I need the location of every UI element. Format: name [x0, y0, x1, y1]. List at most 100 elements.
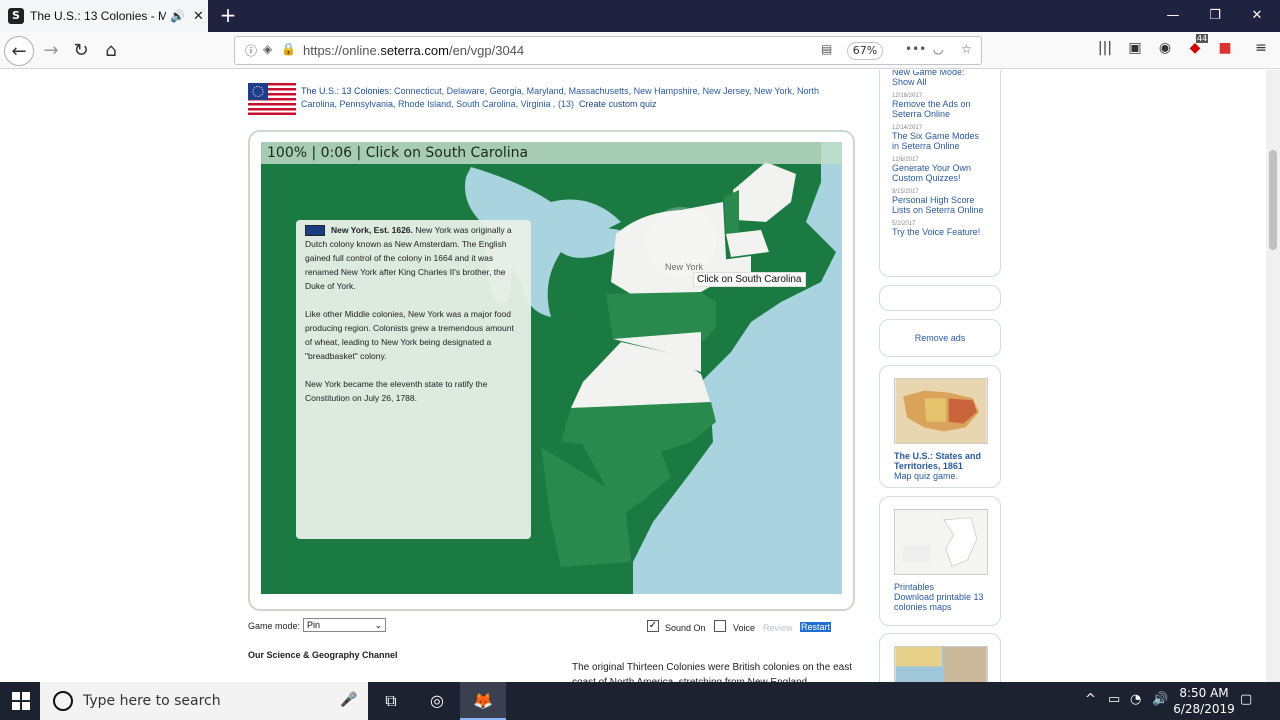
microphone-icon[interactable]: 🎤	[340, 692, 357, 708]
ublock-icon[interactable]: ◆ 44	[1184, 34, 1209, 56]
news-link[interactable]: Personal High Score Lists on Seterra Onl…	[892, 195, 988, 215]
empty-sidebar-box	[879, 285, 1001, 311]
tab-close-icon[interactable]: ✕	[193, 9, 204, 24]
printable-map-thumbnail	[894, 509, 988, 575]
page-actions-icon[interactable]: •••	[905, 42, 926, 56]
news-item[interactable]: 12/6/2017 Generate Your Own Custom Quizze…	[892, 157, 988, 183]
obs-icon[interactable]: ◎	[414, 682, 460, 720]
extension-icon[interactable]: ■	[1214, 40, 1236, 56]
voice-label: Voice	[733, 623, 756, 633]
home-button[interactable]: ⌂	[96, 36, 126, 66]
colony-maine-massachusetts[interactable]	[733, 162, 796, 222]
taskbar-search[interactable]: Type here to search 🎤	[40, 682, 368, 720]
scrollbar-thumb[interactable]	[1269, 150, 1277, 250]
news-link[interactable]: The Six Game Modes in Seterra Online	[892, 131, 988, 151]
promo-title[interactable]: Printables	[894, 582, 986, 592]
new-tab-button[interactable]: +	[216, 4, 240, 28]
info-title: New York, Est. 1626.	[331, 225, 413, 235]
windows-start-icon[interactable]	[12, 692, 30, 710]
news-item[interactable]: 9/15/2017 Personal High Score Lists on Se…	[892, 189, 988, 215]
promo-video[interactable]	[879, 633, 1001, 682]
hover-region-label: New York	[665, 262, 704, 272]
search-placeholder: Type here to search	[83, 693, 221, 709]
voice-checkbox[interactable]	[714, 620, 726, 632]
battery-icon[interactable]: ▭	[1108, 692, 1120, 707]
promo-printables[interactable]: Printables Download printable 13 colonie…	[879, 496, 1001, 626]
game-mode-label: Game mode:	[248, 621, 301, 631]
browser-titlebar: S The U.S.: 13 Colonies - Map 🔊 ✕ + — ❐ …	[0, 0, 1280, 32]
news-link[interactable]: Remove the Ads on Seterra Online	[892, 99, 988, 119]
sound-label: Sound On	[665, 623, 706, 633]
remove-ads-button[interactable]: Remove ads	[879, 319, 1001, 357]
game-mode-value: Pin	[307, 620, 321, 630]
sidebar-toggle-icon[interactable]: ▣	[1124, 40, 1146, 56]
create-custom-quiz-link[interactable]: Create custom quiz	[579, 99, 657, 109]
wifi-icon[interactable]: ◔	[1130, 692, 1141, 707]
tray-expand-icon[interactable]: ^	[1085, 692, 1096, 707]
seterra-favicon-icon: S	[8, 8, 24, 24]
bookmark-star-icon[interactable]: ☆	[961, 42, 972, 56]
clock-date: 6/28/2019	[1173, 702, 1235, 716]
colonies-description: The original Thirteen Colonies were Brit…	[572, 662, 852, 682]
sound-checkbox[interactable]: ✓	[647, 620, 659, 632]
minimize-button[interactable]: —	[1150, 0, 1196, 32]
task-view-icon[interactable]: ⧉	[368, 682, 414, 720]
news-item[interactable]: 5/2/2017 Try the Voice Feature!	[892, 221, 988, 237]
url-text[interactable]: https://online.seterra.com/en/vgp/3044	[303, 43, 524, 58]
browser-tab[interactable]: S The U.S.: 13 Colonies - Map 🔊 ✕	[0, 0, 208, 32]
reader-view-icon[interactable]: ▤	[821, 42, 832, 56]
us-1861-map-thumbnail	[894, 378, 988, 444]
colony-massachusetts[interactable]	[726, 230, 769, 257]
back-button[interactable]: ←	[4, 36, 34, 66]
cortana-icon[interactable]	[53, 691, 73, 711]
pocket-icon[interactable]: ◡	[933, 42, 943, 56]
lock-icon[interactable]: 🔒	[281, 42, 296, 56]
news-item[interactable]: New Game Mode: Show All	[892, 70, 988, 87]
account-icon[interactable]: ◉	[1154, 40, 1176, 56]
info-paragraph-2: Like other Middle colonies, New York was…	[305, 309, 514, 361]
news-item[interactable]: 12/18/2017 Remove the Ads on Seterra Onli…	[892, 93, 988, 119]
colony-info-panel: New York, Est. 1626. New York was origin…	[296, 220, 531, 539]
cursor-tooltip: Click on South Carolina	[693, 272, 806, 287]
new-york-flag-icon	[305, 225, 325, 237]
browser-navbar: ← → ↻ ⌂ ⓘ ◈ 🔒 https://online.seterra.com…	[0, 32, 1280, 69]
notifications-icon[interactable]: ▢	[1240, 692, 1252, 707]
volume-icon[interactable]: 🔊	[1152, 692, 1168, 707]
channel-heading: Our Science & Geography Channel	[248, 650, 398, 660]
promo-title[interactable]: The U.S.: States and Territories, 1861	[894, 451, 986, 471]
tracking-shield-icon[interactable]: ◈	[263, 42, 272, 56]
colony-pennsylvania[interactable]	[606, 292, 706, 339]
close-window-button[interactable]: ✕	[1234, 0, 1280, 32]
news-link[interactable]: Try the Voice Feature!	[892, 227, 988, 237]
colony-new-hampshire[interactable]	[724, 190, 739, 234]
colonies-map[interactable]: 100% | 0:06 | Click on South Carolina Ne…	[261, 142, 842, 594]
crumb-title[interactable]: The U.S.: 13 Colonies:	[301, 86, 394, 96]
promo-description: Map quiz game.	[894, 471, 959, 481]
library-icon[interactable]: |||	[1094, 40, 1116, 56]
maximize-button[interactable]: ❐	[1192, 0, 1238, 32]
news-link[interactable]: Generate Your Own Custom Quizzes!	[892, 163, 988, 183]
forward-button[interactable]: →	[36, 36, 66, 66]
news-link[interactable]: New Game Mode: Show All	[892, 70, 988, 87]
firefox-icon[interactable]: 🦊	[460, 682, 506, 720]
info-paragraph-3: New York became the eleventh state to ra…	[305, 379, 488, 403]
system-clock[interactable]: 8:50 AM 6/28/2019	[1172, 685, 1236, 717]
restart-button[interactable]: Restart	[800, 622, 832, 632]
review-button[interactable]: Review	[763, 623, 793, 633]
page-content: The U.S.: 13 Colonies: Connecticut, Dela…	[0, 70, 1266, 682]
news-box: New Game Mode: Show All 12/18/2017 Remove…	[879, 70, 1001, 277]
speaker-icon[interactable]: 🔊	[170, 9, 185, 23]
windows-taskbar: Type here to search 🎤 ⧉ ◎ 🦊 ^ ▭ ◔ 🔊 8:50…	[0, 682, 1280, 720]
page-scrollbar[interactable]	[1266, 70, 1280, 682]
news-item[interactable]: 12/14/2017 The Six Game Modes in Seterra …	[892, 125, 988, 151]
promo-states-1861[interactable]: The U.S.: States and Territories, 1861 M…	[879, 365, 1001, 488]
game-status-bar: 100% | 0:06 | Click on South Carolina	[261, 142, 842, 164]
tab-title: The U.S.: 13 Colonies - Map	[30, 9, 166, 23]
us-colonial-flag-icon	[248, 83, 296, 115]
url-bar[interactable]: ⓘ ◈ 🔒 https://online.seterra.com/en/vgp/…	[234, 36, 982, 65]
reload-button[interactable]: ↻	[66, 36, 96, 66]
menu-icon[interactable]: ≡	[1250, 40, 1272, 56]
zoom-level[interactable]: 67%	[847, 42, 883, 60]
game-mode-select[interactable]: Pin ⌄	[303, 618, 386, 632]
info-icon[interactable]: ⓘ	[245, 42, 257, 59]
